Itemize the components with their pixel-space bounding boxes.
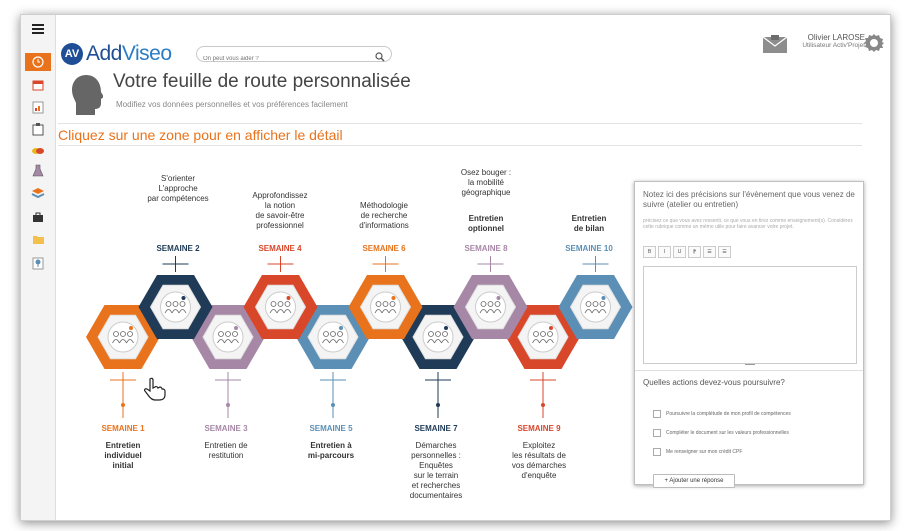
gear-icon[interactable] [864,33,884,58]
action-option[interactable]: Me renseigner sur mon crédit CPF [653,448,873,456]
editor-toolbar: B I U ⁋ ☰ ☰ [643,246,733,258]
main-content: AV AddViseo Olivier LAROSE Utilisateur A… [56,15,890,520]
week3-desc: Entretien de restitution [204,441,248,460]
clipboard-icon[interactable] [27,121,49,137]
bullet-list-button[interactable]: ☰ [703,246,716,258]
app-window: AV AddViseo Olivier LAROSE Utilisateur A… [20,14,891,521]
coins-icon[interactable] [27,143,49,159]
action-option[interactable]: Poursuivre la complétude de mon profil d… [653,410,873,418]
underline-button[interactable]: U [673,246,686,258]
week6-label[interactable]: SEMAINE 6 [344,244,424,253]
bold-button[interactable]: B [643,246,656,258]
clock-icon[interactable] [25,53,51,71]
user-name: Olivier LAROSE [807,33,865,42]
week10-label[interactable]: SEMAINE 10 [549,244,629,253]
italic-button[interactable]: I [658,246,671,258]
flask-icon[interactable] [27,163,49,179]
notes-heading: Notez ici des précisions sur l'évènement… [643,190,855,209]
notes-textarea[interactable] [643,266,857,364]
week8-label[interactable]: SEMAINE 8 [446,244,526,253]
location-pin-icon[interactable] [27,255,49,271]
connector-dot [436,403,440,407]
mail-icon[interactable] [762,34,788,59]
user-role: Utilisateur Activ'Projet [802,42,865,49]
week5-label[interactable]: SEMAINE 5 [291,424,371,433]
paragraph-button[interactable]: ⁋ [688,246,701,258]
add-answer-button[interactable]: + Ajouter une réponse [653,474,735,488]
hand-cursor-icon [144,377,166,406]
week7-desc: Démarches personnelles : Enquêtes sur le te… [409,441,463,500]
resize-grip[interactable] [745,364,755,365]
user-info[interactable]: Olivier LAROSE Utilisateur Activ'Projet [802,33,865,49]
folder-icon[interactable] [27,231,49,247]
week6-desc: Méthodologie de recherche d'informations [359,201,409,230]
week9-desc: Exploitez les résultats de vos démarches d'… [511,441,567,480]
sidebar [21,15,56,520]
notes-panel: Notez ici des précisions sur l'évènement… [634,181,864,488]
week1-label[interactable]: SEMAINE 1 [83,424,163,433]
briefcase-icon[interactable] [27,209,49,225]
week5-desc: Entretien à mi-parcours [307,441,355,460]
checkbox[interactable] [653,448,661,456]
connector-dot [226,403,230,407]
roadmap-diagram: S'orienter L'approche par compétences Appr… [56,15,636,520]
menu-icon[interactable] [27,21,49,37]
calendar-icon[interactable] [27,77,49,93]
checkbox[interactable] [653,410,661,418]
connector-dot [331,403,335,407]
numbered-list-button[interactable]: ☰ [718,246,731,258]
week3-label[interactable]: SEMAINE 3 [186,424,266,433]
week7-label[interactable]: SEMAINE 7 [396,424,476,433]
week1-desc: Entretien individuel initial [104,441,142,470]
stack-icon[interactable] [27,185,49,201]
notes-help: précisez ce que vous avez ressenti, ce q… [643,218,853,230]
divider [635,370,863,371]
week8-desc: Osez bouger : la mobilité géographique [460,168,512,197]
week10-desc: Entretien de bilan [571,214,607,233]
actions-question: Quelles actions devez-vous poursuivre? [643,378,785,387]
document-chart-icon[interactable] [27,99,49,115]
action-option[interactable]: Compléter le document sur les valeurs pr… [653,429,873,437]
checkbox[interactable] [653,429,661,437]
week8-desc-bold: Entretien optionnel [468,214,504,233]
week4-label[interactable]: SEMAINE 4 [240,244,320,253]
week9-label[interactable]: SEMAINE 9 [499,424,579,433]
week2-desc: S'orienter L'approche par compétences [147,174,209,203]
connector-dot [541,403,545,407]
week2-label[interactable]: SEMAINE 2 [138,244,218,253]
week4-desc: Approfondissez la notion de savoir-être pro… [252,191,308,230]
connector-dot [121,403,125,407]
